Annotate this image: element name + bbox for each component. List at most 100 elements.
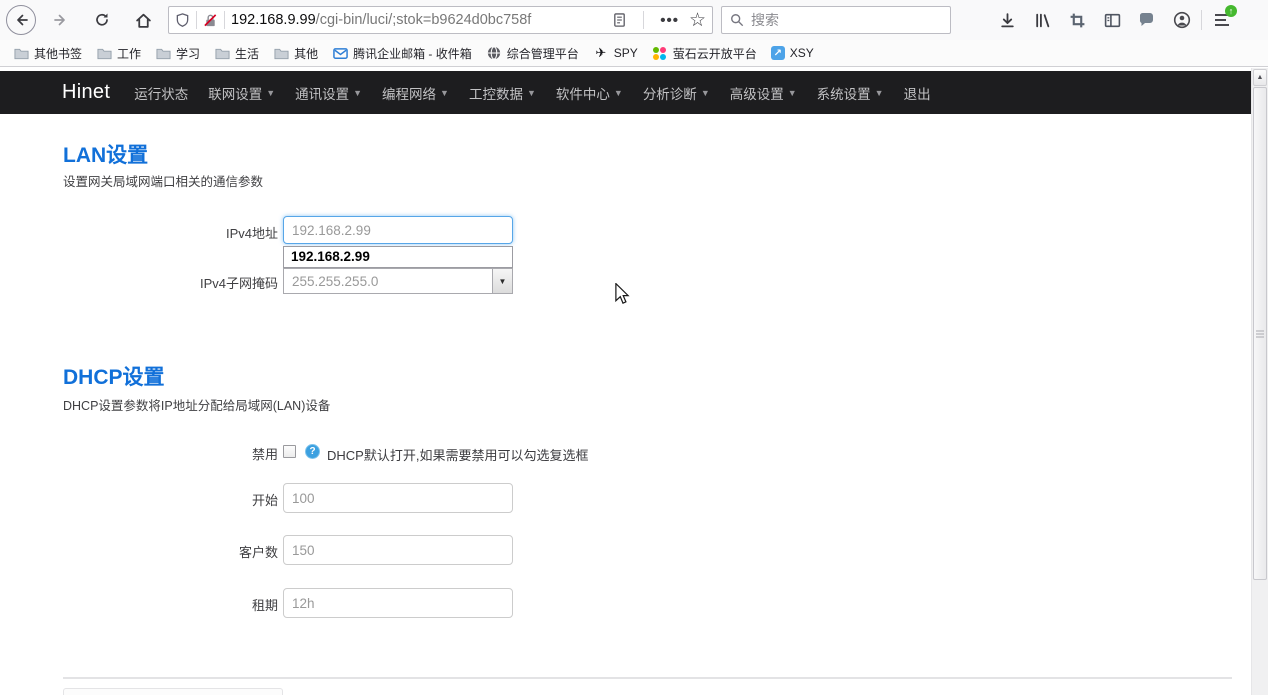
insecure-lock-icon[interactable] xyxy=(203,13,218,28)
dhcp-clients-label: 客户数 xyxy=(0,542,278,561)
bookmarks-bar: 其他书签 工作 学习 生活 其他 腾讯企业邮箱 - 收件箱 综合管理平台 xyxy=(0,40,1268,67)
reload-button[interactable] xyxy=(86,4,118,36)
nav-item-network-settings[interactable]: 联网设置 ▼ xyxy=(201,83,282,103)
back-icon xyxy=(13,12,29,28)
bookmark-folder-misc[interactable]: 其他 xyxy=(266,42,325,64)
chevron-down-icon: ▼ xyxy=(875,88,884,98)
page-actions-icon[interactable]: ••• xyxy=(660,12,679,29)
bookmark-folder-life[interactable]: 生活 xyxy=(207,42,266,64)
dhcp-section-title: DHCP设置 xyxy=(63,361,165,391)
bookmark-label: 萤石云开放平台 xyxy=(673,45,757,62)
nav-item-diagnostics[interactable]: 分析诊断 ▼ xyxy=(636,83,717,103)
site-navbar: Hinet 运行状态 联网设置 ▼ 通讯设置 ▼ 编程网络 ▼ 工控数据 ▼ 软… xyxy=(0,71,1268,114)
download-icon xyxy=(999,12,1016,29)
screenshot-button[interactable] xyxy=(1067,10,1087,30)
bookmark-label: XSY xyxy=(790,46,814,60)
home-button[interactable] xyxy=(127,4,159,36)
nav-item-label: 退出 xyxy=(904,83,931,103)
forward-button[interactable] xyxy=(45,4,77,36)
library-button[interactable] xyxy=(1032,10,1052,30)
search-box[interactable] xyxy=(721,6,951,34)
nav-item-label: 分析诊断 xyxy=(643,83,697,103)
nav-item-programming-network[interactable]: 编程网络 ▼ xyxy=(375,83,456,103)
bookmark-spy[interactable]: ✈ SPY xyxy=(586,42,645,64)
app-menu-button[interactable]: ↑ xyxy=(1211,9,1233,31)
ipv4-autocomplete-suggestion[interactable]: 192.168.2.99 xyxy=(283,246,513,268)
chevron-down-icon: ▼ xyxy=(527,88,536,98)
dhcp-disable-checkbox[interactable] xyxy=(283,445,296,458)
ipv4-netmask-select[interactable]: 255.255.255.0 ▼ xyxy=(283,268,513,294)
dhcp-lease-input[interactable] xyxy=(283,588,513,618)
ipv4-netmask-label: IPv4子网掩码 xyxy=(0,273,278,292)
url-separator xyxy=(196,11,197,29)
vertical-scrollbar[interactable]: ▲ xyxy=(1251,68,1268,695)
mouse-cursor xyxy=(613,283,631,305)
nav-item-label: 联网设置 xyxy=(208,83,262,103)
bookmark-folder-work[interactable]: 工作 xyxy=(89,42,148,64)
bookmark-folder-other-bookmarks[interactable]: 其他书签 xyxy=(6,42,89,64)
dhcp-start-input[interactable] xyxy=(283,483,513,513)
nav-item-advanced-settings[interactable]: 高级设置 ▼ xyxy=(723,83,804,103)
bookmark-folder-study[interactable]: 学习 xyxy=(148,42,207,64)
nav-item-logout[interactable]: 退出 xyxy=(897,83,938,103)
brand-logo[interactable]: Hinet xyxy=(62,81,110,104)
bookmark-ezviz-platform[interactable]: 萤石云开放平台 xyxy=(645,42,764,64)
dhcp-lease-label: 租期 xyxy=(0,595,278,614)
chevron-down-icon: ▼ xyxy=(266,88,275,98)
nav-item-comm-settings[interactable]: 通讯设置 ▼ xyxy=(288,83,369,103)
dhcp-clients-input[interactable] xyxy=(283,535,513,565)
bookmark-label: SPY xyxy=(614,46,638,60)
nav-item-system-settings[interactable]: 系统设置 ▼ xyxy=(810,83,891,103)
bookmark-management-platform[interactable]: 综合管理平台 xyxy=(479,42,586,64)
url-separator xyxy=(643,11,644,29)
url-path: /cgi-bin/luci/;stok=b9624d0bc758f xyxy=(316,12,532,28)
downloads-button[interactable] xyxy=(997,10,1017,30)
section-divider xyxy=(63,677,1232,679)
lan-section-subtitle: 设置网关局域网端口相关的通信参数 xyxy=(63,171,263,190)
toolbar-icons xyxy=(997,10,1192,30)
external-arrow-icon: ↗ xyxy=(771,46,785,60)
ipv4-address-input[interactable] xyxy=(283,216,513,244)
plane-icon: ✈ xyxy=(593,45,609,61)
screenshot-crop-icon xyxy=(1069,12,1086,29)
scrollbar-thumb[interactable] xyxy=(1253,87,1267,580)
select-dropdown-button[interactable]: ▼ xyxy=(492,269,512,293)
url-domain: 192.168.9.99 xyxy=(231,12,316,28)
bookmark-label: 工作 xyxy=(117,45,141,62)
bookmark-tencent-mail[interactable]: 腾讯企业邮箱 - 收件箱 xyxy=(325,42,479,64)
scroll-up-button[interactable]: ▲ xyxy=(1253,69,1267,86)
nav-item-industrial-data[interactable]: 工控数据 ▼ xyxy=(462,83,543,103)
nav-item-label: 系统设置 xyxy=(817,83,871,103)
account-button[interactable] xyxy=(1172,10,1192,30)
chevron-down-icon: ▼ xyxy=(614,88,623,98)
partial-element-bottom xyxy=(63,688,283,695)
library-icon xyxy=(1034,12,1051,29)
chevron-down-icon: ▼ xyxy=(788,88,797,98)
bookmark-star-icon[interactable]: ☆ xyxy=(689,9,706,32)
chevron-down-icon: ▼ xyxy=(701,88,710,98)
mail-icon xyxy=(332,45,348,61)
page-viewport: Hinet 运行状态 联网设置 ▼ 通讯设置 ▼ 编程网络 ▼ 工控数据 ▼ 软… xyxy=(0,68,1268,695)
reader-mode-icon[interactable] xyxy=(612,12,627,28)
color-dots-icon xyxy=(652,45,668,61)
bookmark-label: 腾讯企业邮箱 - 收件箱 xyxy=(353,45,472,62)
url-text[interactable]: 192.168.9.99/cgi-bin/luci/;stok=b9624d0b… xyxy=(231,12,608,28)
browser-toolbar: 192.168.9.99/cgi-bin/luci/;stok=b9624d0b… xyxy=(0,0,1268,40)
nav-item-running-status[interactable]: 运行状态 xyxy=(127,83,195,103)
toolbar-separator xyxy=(1201,10,1202,30)
messages-button[interactable] xyxy=(1137,10,1157,30)
nav-item-label: 高级设置 xyxy=(730,83,784,103)
shield-icon[interactable] xyxy=(175,12,190,28)
bookmark-label: 学习 xyxy=(176,45,200,62)
help-icon[interactable]: ? xyxy=(305,444,320,459)
nav-item-label: 工控数据 xyxy=(469,83,523,103)
lan-section-title: LAN设置 xyxy=(63,139,148,169)
search-input[interactable] xyxy=(751,12,942,28)
bookmark-label: 其他 xyxy=(294,45,318,62)
sidebars-button[interactable] xyxy=(1102,10,1122,30)
back-button[interactable] xyxy=(6,5,36,35)
url-bar[interactable]: 192.168.9.99/cgi-bin/luci/;stok=b9624d0b… xyxy=(168,6,713,34)
dhcp-disable-help-text: DHCP默认打开,如果需要禁用可以勾选复选框 xyxy=(327,445,588,464)
bookmark-xsy[interactable]: ↗ XSY xyxy=(764,42,821,64)
nav-item-software-center[interactable]: 软件中心 ▼ xyxy=(549,83,630,103)
